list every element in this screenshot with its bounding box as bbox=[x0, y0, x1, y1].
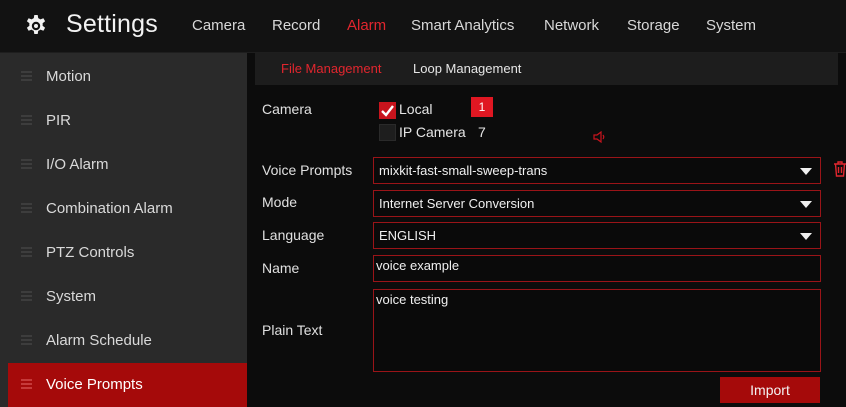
mode-label: Mode bbox=[262, 194, 298, 210]
list-icon bbox=[21, 247, 32, 257]
tab-smart-analytics[interactable]: Smart Analytics bbox=[411, 17, 514, 34]
sidebar-item-label: Alarm Schedule bbox=[46, 332, 152, 349]
tab-storage[interactable]: Storage bbox=[627, 17, 680, 34]
sidebar-item-io-alarm[interactable]: I/O Alarm bbox=[8, 143, 247, 187]
language-label: Language bbox=[262, 227, 325, 243]
chevron-down-icon bbox=[800, 201, 812, 208]
list-icon bbox=[21, 291, 32, 301]
main-panel: File Management Loop Management Camera L… bbox=[247, 53, 846, 407]
sidebar: Motion PIR I/O Alarm Combination Alarm P… bbox=[0, 53, 247, 407]
sidebar-item-alarm-schedule[interactable]: Alarm Schedule bbox=[8, 319, 247, 363]
top-bar: Settings Camera Record Alarm Smart Analy… bbox=[0, 0, 846, 53]
tab-file-management[interactable]: File Management bbox=[281, 61, 381, 76]
language-value: ENGLISH bbox=[379, 228, 437, 243]
list-icon bbox=[21, 335, 32, 345]
sidebar-item-label: PIR bbox=[46, 112, 72, 129]
tab-alarm[interactable]: Alarm bbox=[347, 17, 386, 34]
chevron-down-icon bbox=[800, 168, 812, 175]
mode-value: Internet Server Conversion bbox=[379, 196, 535, 211]
sidebar-item-label: Motion bbox=[46, 68, 92, 85]
sidebar-item-motion[interactable]: Motion bbox=[8, 55, 247, 99]
tab-record[interactable]: Record bbox=[272, 17, 320, 34]
sidebar-item-label: System bbox=[46, 288, 97, 305]
sub-tabs: File Management Loop Management bbox=[255, 53, 838, 85]
channel-badge[interactable]: 1 bbox=[471, 97, 493, 117]
sidebar-item-label: Combination Alarm bbox=[46, 200, 173, 217]
camera-label: Camera bbox=[262, 101, 312, 117]
sidebar-item-ptz-controls[interactable]: PTZ Controls bbox=[8, 231, 247, 275]
page-title: Settings bbox=[66, 10, 158, 38]
ip-camera-label: IP Camera bbox=[399, 124, 466, 140]
ip-camera-checkbox[interactable] bbox=[379, 124, 396, 141]
name-value: voice example bbox=[376, 258, 460, 273]
list-icon bbox=[21, 71, 32, 81]
trash-icon[interactable] bbox=[833, 161, 846, 177]
list-icon bbox=[21, 379, 32, 389]
sidebar-item-label: I/O Alarm bbox=[46, 156, 109, 173]
sidebar-item-label: PTZ Controls bbox=[46, 244, 135, 261]
ip-camera-count: 7 bbox=[478, 124, 486, 140]
sidebar-item-pir[interactable]: PIR bbox=[8, 99, 247, 143]
sidebar-item-combination-alarm[interactable]: Combination Alarm bbox=[8, 187, 247, 231]
sidebar-item-voice-prompts[interactable]: Voice Prompts bbox=[8, 363, 247, 407]
voice-prompts-label: Voice Prompts bbox=[262, 162, 353, 178]
tab-network[interactable]: Network bbox=[544, 17, 599, 34]
plain-text-label: Plain Text bbox=[262, 322, 323, 338]
name-label: Name bbox=[262, 260, 300, 276]
voice-prompts-select[interactable]: mixkit-fast-small-sweep-trans bbox=[373, 157, 821, 184]
chevron-down-icon bbox=[800, 233, 812, 240]
sidebar-item-system[interactable]: System bbox=[8, 275, 247, 319]
language-select[interactable]: ENGLISH bbox=[373, 222, 821, 249]
voice-prompts-value: mixkit-fast-small-sweep-trans bbox=[379, 163, 548, 178]
tab-camera[interactable]: Camera bbox=[192, 17, 245, 34]
checkmark-icon bbox=[381, 105, 394, 117]
import-button[interactable]: Import bbox=[720, 377, 820, 403]
tab-loop-management[interactable]: Loop Management bbox=[413, 61, 521, 76]
list-icon bbox=[21, 115, 32, 125]
sidebar-item-label: Voice Prompts bbox=[46, 376, 143, 393]
local-label: Local bbox=[399, 101, 433, 117]
local-checkbox[interactable] bbox=[379, 102, 396, 119]
mode-select[interactable]: Internet Server Conversion bbox=[373, 190, 821, 217]
plain-text-area[interactable]: voice testing bbox=[373, 289, 821, 372]
tab-system[interactable]: System bbox=[706, 17, 756, 34]
gear-icon bbox=[26, 15, 46, 34]
speaker-icon[interactable] bbox=[593, 131, 607, 143]
plain-text-value: voice testing bbox=[376, 292, 449, 307]
name-input[interactable]: voice example bbox=[373, 255, 821, 282]
list-icon bbox=[21, 159, 32, 169]
list-icon bbox=[21, 203, 32, 213]
